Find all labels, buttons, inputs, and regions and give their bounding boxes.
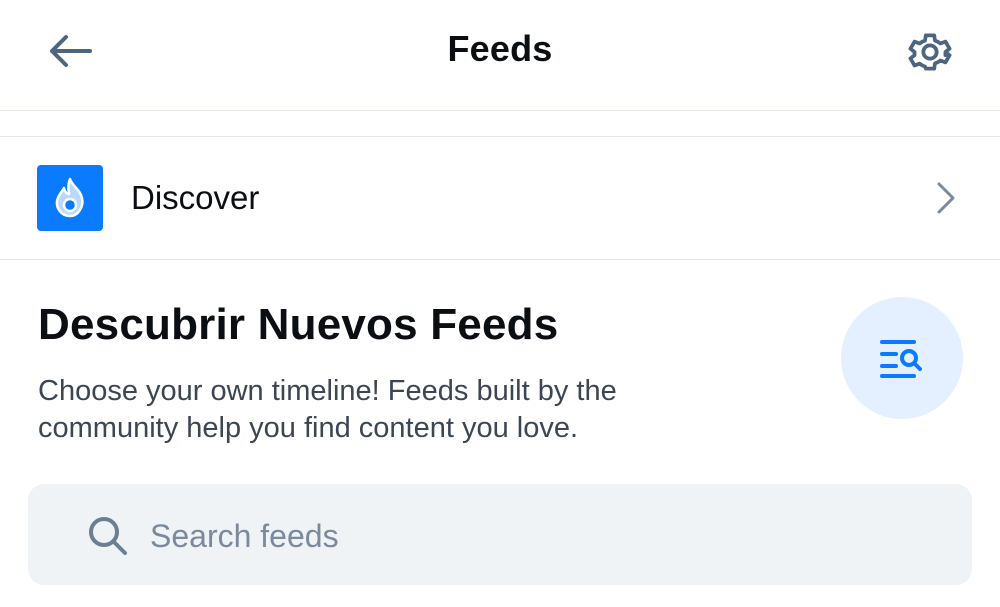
search-input[interactable]: [150, 512, 950, 560]
page-title: Feeds: [447, 28, 553, 69]
flame-icon: [55, 177, 84, 218]
gear-icon: [908, 33, 952, 71]
chevron-right-icon: [930, 180, 960, 216]
discover-section-title: Descubrir Nuevos Feeds: [38, 300, 559, 349]
discover-icon-badge: [841, 297, 963, 419]
feed-avatar: [37, 165, 103, 231]
header-bar: Feeds: [0, 0, 1000, 111]
search-icon: [89, 517, 127, 555]
settings-button[interactable]: [900, 24, 960, 80]
search-bar[interactable]: [28, 484, 972, 585]
list-search-icon: [880, 340, 922, 378]
feed-name: Discover: [131, 179, 260, 216]
feed-item-discover[interactable]: Discover: [0, 137, 1000, 260]
discover-section-description: Choose your own timeline! Feeds built by…: [38, 375, 617, 444]
